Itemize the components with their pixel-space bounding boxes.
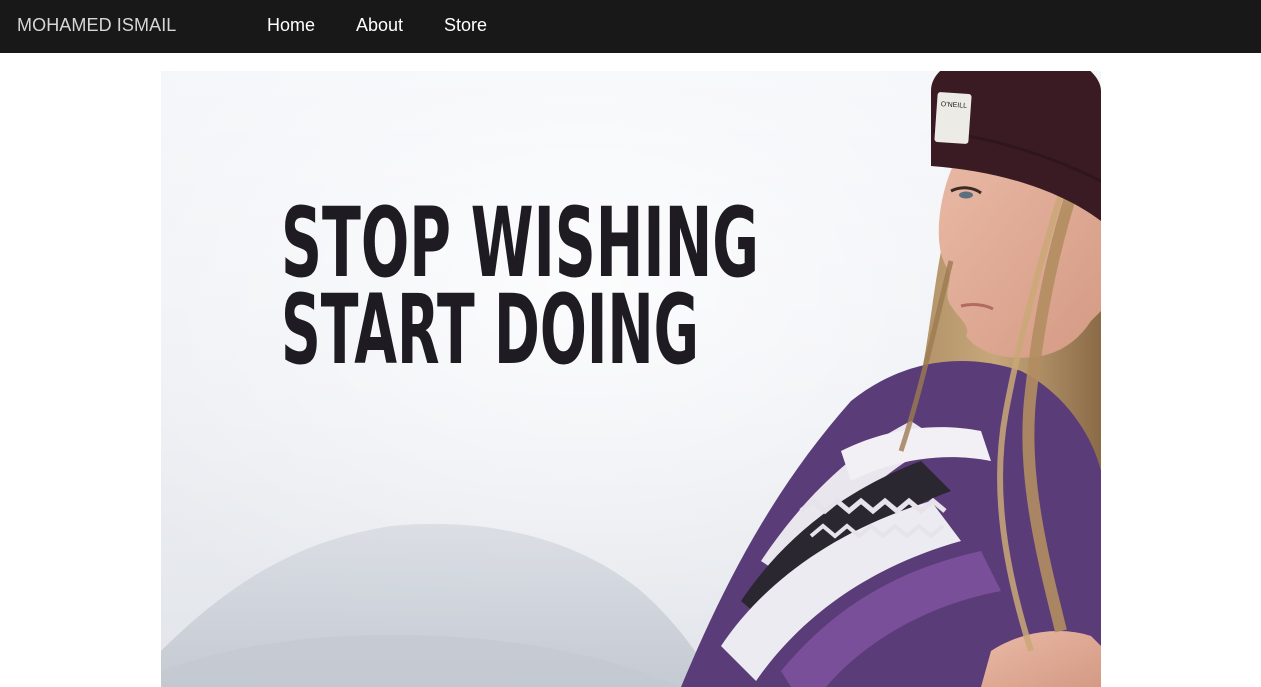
hero-image: O'NEILL STOP WISHING START DOING bbox=[161, 71, 1101, 687]
brand-link[interactable]: MOHAMED ISMAIL bbox=[17, 15, 176, 35]
top-navbar: MOHAMED ISMAIL Home About Store bbox=[0, 0, 1261, 53]
hat-tag bbox=[934, 92, 972, 144]
nav-link-store[interactable]: Store bbox=[444, 15, 487, 35]
nav-link-home[interactable]: Home bbox=[267, 15, 315, 35]
hero-illustration: O'NEILL STOP WISHING START DOING bbox=[161, 71, 1101, 687]
nav-link-about[interactable]: About bbox=[356, 15, 403, 35]
quote-line-2: START DOING bbox=[281, 274, 699, 386]
